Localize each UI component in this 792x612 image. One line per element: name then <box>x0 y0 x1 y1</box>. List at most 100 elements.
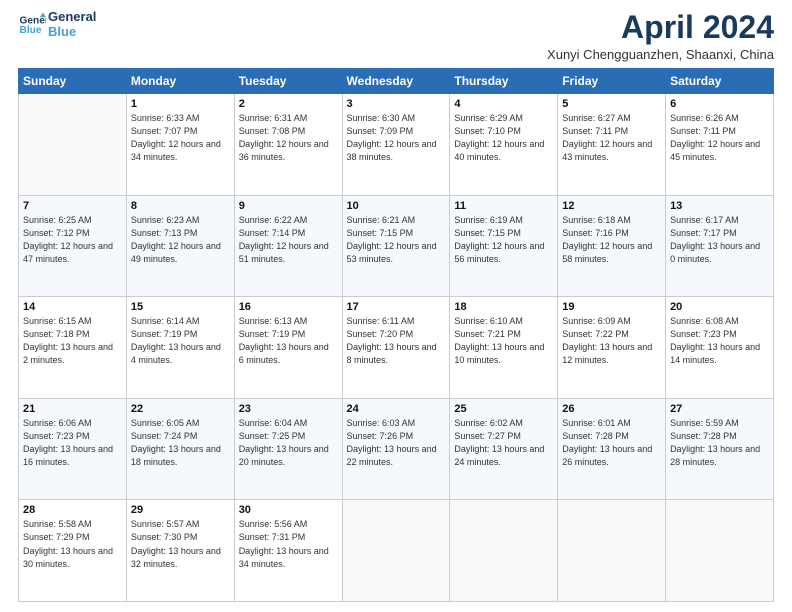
calendar-cell: 29 Sunrise: 5:57 AMSunset: 7:30 PMDayligh… <box>126 500 234 602</box>
day-info: Sunrise: 6:01 AMSunset: 7:28 PMDaylight:… <box>562 417 661 469</box>
day-number: 21 <box>23 403 122 415</box>
col-header-monday: Monday <box>126 69 234 94</box>
day-info: Sunrise: 6:05 AMSunset: 7:24 PMDaylight:… <box>131 417 230 469</box>
calendar-cell: 20 Sunrise: 6:08 AMSunset: 7:23 PMDayligh… <box>666 297 774 399</box>
calendar-cell: 6 Sunrise: 6:26 AMSunset: 7:11 PMDaylight… <box>666 94 774 196</box>
day-info: Sunrise: 6:33 AMSunset: 7:07 PMDaylight:… <box>131 112 230 164</box>
day-number: 7 <box>23 200 122 212</box>
day-info: Sunrise: 6:26 AMSunset: 7:11 PMDaylight:… <box>670 112 769 164</box>
day-info: Sunrise: 6:11 AMSunset: 7:20 PMDaylight:… <box>347 315 446 367</box>
calendar-cell: 23 Sunrise: 6:04 AMSunset: 7:25 PMDayligh… <box>234 398 342 500</box>
calendar-cell: 25 Sunrise: 6:02 AMSunset: 7:27 PMDayligh… <box>450 398 558 500</box>
location: Xunyi Chengguanzhen, Shaanxi, China <box>547 47 774 62</box>
col-header-friday: Friday <box>558 69 666 94</box>
calendar-cell: 17Sunrise: 6:11 AMSunset: 7:20 PMDayligh… <box>342 297 450 399</box>
day-info: Sunrise: 6:29 AMSunset: 7:10 PMDaylight:… <box>454 112 553 164</box>
day-number: 15 <box>131 301 230 313</box>
calendar-cell: 30 Sunrise: 5:56 AMSunset: 7:31 PMDayligh… <box>234 500 342 602</box>
logo-icon: General Blue <box>18 11 46 39</box>
calendar-cell: 12Sunrise: 6:18 AMSunset: 7:16 PMDayligh… <box>558 195 666 297</box>
calendar-cell: 2 Sunrise: 6:31 AMSunset: 7:08 PMDaylight… <box>234 94 342 196</box>
calendar-cell: 22 Sunrise: 6:05 AMSunset: 7:24 PMDayligh… <box>126 398 234 500</box>
day-info: Sunrise: 6:08 AMSunset: 7:23 PMDaylight:… <box>670 315 769 367</box>
calendar-cell: 7 Sunrise: 6:25 AMSunset: 7:12 PMDaylight… <box>19 195 127 297</box>
col-header-sunday: Sunday <box>19 69 127 94</box>
col-header-wednesday: Wednesday <box>342 69 450 94</box>
day-number: 29 <box>131 504 230 516</box>
day-number: 1 <box>131 98 230 110</box>
header: General Blue General Blue April 2024 Xun… <box>18 10 774 62</box>
day-info: Sunrise: 6:14 AMSunset: 7:19 PMDaylight:… <box>131 315 230 367</box>
calendar-table: SundayMondayTuesdayWednesdayThursdayFrid… <box>18 68 774 602</box>
day-number: 8 <box>131 200 230 212</box>
calendar-cell: 1 Sunrise: 6:33 AMSunset: 7:07 PMDaylight… <box>126 94 234 196</box>
calendar-cell: 26Sunrise: 6:01 AMSunset: 7:28 PMDayligh… <box>558 398 666 500</box>
day-info: Sunrise: 6:09 AMSunset: 7:22 PMDaylight:… <box>562 315 661 367</box>
logo-general: General <box>48 10 96 25</box>
day-number: 9 <box>239 200 338 212</box>
day-number: 28 <box>23 504 122 516</box>
day-info: Sunrise: 6:04 AMSunset: 7:25 PMDaylight:… <box>239 417 338 469</box>
day-number: 27 <box>670 403 769 415</box>
day-info: Sunrise: 6:21 AMSunset: 7:15 PMDaylight:… <box>347 214 446 266</box>
day-number: 10 <box>347 200 446 212</box>
day-info: Sunrise: 5:57 AMSunset: 7:30 PMDaylight:… <box>131 518 230 570</box>
day-info: Sunrise: 6:06 AMSunset: 7:23 PMDaylight:… <box>23 417 122 469</box>
day-info: Sunrise: 6:02 AMSunset: 7:27 PMDaylight:… <box>454 417 553 469</box>
calendar-cell: 13 Sunrise: 6:17 AMSunset: 7:17 PMDayligh… <box>666 195 774 297</box>
page: General Blue General Blue April 2024 Xun… <box>0 0 792 612</box>
calendar-cell: 9 Sunrise: 6:22 AMSunset: 7:14 PMDaylight… <box>234 195 342 297</box>
day-info: Sunrise: 6:27 AMSunset: 7:11 PMDaylight:… <box>562 112 661 164</box>
day-number: 12 <box>562 200 661 212</box>
day-info: Sunrise: 6:30 AMSunset: 7:09 PMDaylight:… <box>347 112 446 164</box>
day-info: Sunrise: 6:13 AMSunset: 7:19 PMDaylight:… <box>239 315 338 367</box>
day-info: Sunrise: 6:31 AMSunset: 7:08 PMDaylight:… <box>239 112 338 164</box>
day-info: Sunrise: 6:19 AMSunset: 7:15 PMDaylight:… <box>454 214 553 266</box>
title-block: April 2024 Xunyi Chengguanzhen, Shaanxi,… <box>547 10 774 62</box>
day-number: 22 <box>131 403 230 415</box>
calendar-cell: 11 Sunrise: 6:19 AMSunset: 7:15 PMDayligh… <box>450 195 558 297</box>
calendar-cell: 28 Sunrise: 5:58 AMSunset: 7:29 PMDayligh… <box>19 500 127 602</box>
day-info: Sunrise: 5:56 AMSunset: 7:31 PMDaylight:… <box>239 518 338 570</box>
day-number: 18 <box>454 301 553 313</box>
day-info: Sunrise: 5:58 AMSunset: 7:29 PMDaylight:… <box>23 518 122 570</box>
calendar-cell: 18 Sunrise: 6:10 AMSunset: 7:21 PMDayligh… <box>450 297 558 399</box>
day-number: 25 <box>454 403 553 415</box>
calendar-cell: 3 Sunrise: 6:30 AMSunset: 7:09 PMDaylight… <box>342 94 450 196</box>
day-info: Sunrise: 6:23 AMSunset: 7:13 PMDaylight:… <box>131 214 230 266</box>
day-info: Sunrise: 6:17 AMSunset: 7:17 PMDaylight:… <box>670 214 769 266</box>
calendar-cell <box>19 94 127 196</box>
calendar-cell <box>450 500 558 602</box>
calendar-cell: 24 Sunrise: 6:03 AMSunset: 7:26 PMDayligh… <box>342 398 450 500</box>
day-number: 20 <box>670 301 769 313</box>
calendar-cell: 10 Sunrise: 6:21 AMSunset: 7:15 PMDayligh… <box>342 195 450 297</box>
day-number: 2 <box>239 98 338 110</box>
calendar-cell <box>666 500 774 602</box>
day-info: Sunrise: 6:25 AMSunset: 7:12 PMDaylight:… <box>23 214 122 266</box>
day-number: 6 <box>670 98 769 110</box>
day-number: 23 <box>239 403 338 415</box>
day-number: 13 <box>670 200 769 212</box>
day-number: 14 <box>23 301 122 313</box>
day-info: Sunrise: 6:22 AMSunset: 7:14 PMDaylight:… <box>239 214 338 266</box>
day-number: 24 <box>347 403 446 415</box>
day-info: Sunrise: 6:03 AMSunset: 7:26 PMDaylight:… <box>347 417 446 469</box>
month-title: April 2024 <box>547 10 774 45</box>
day-info: Sunrise: 5:59 AMSunset: 7:28 PMDaylight:… <box>670 417 769 469</box>
svg-text:Blue: Blue <box>20 25 42 36</box>
col-header-thursday: Thursday <box>450 69 558 94</box>
calendar-cell: 15 Sunrise: 6:14 AMSunset: 7:19 PMDayligh… <box>126 297 234 399</box>
calendar-cell: 5 Sunrise: 6:27 AMSunset: 7:11 PMDaylight… <box>558 94 666 196</box>
logo-blue: Blue <box>48 25 96 40</box>
day-number: 4 <box>454 98 553 110</box>
calendar-cell: 16 Sunrise: 6:13 AMSunset: 7:19 PMDayligh… <box>234 297 342 399</box>
day-number: 5 <box>562 98 661 110</box>
day-info: Sunrise: 6:10 AMSunset: 7:21 PMDaylight:… <box>454 315 553 367</box>
day-number: 3 <box>347 98 446 110</box>
day-number: 11 <box>454 200 553 212</box>
day-info: Sunrise: 6:15 AMSunset: 7:18 PMDaylight:… <box>23 315 122 367</box>
col-header-tuesday: Tuesday <box>234 69 342 94</box>
logo: General Blue General Blue <box>18 10 96 40</box>
day-number: 16 <box>239 301 338 313</box>
day-number: 30 <box>239 504 338 516</box>
